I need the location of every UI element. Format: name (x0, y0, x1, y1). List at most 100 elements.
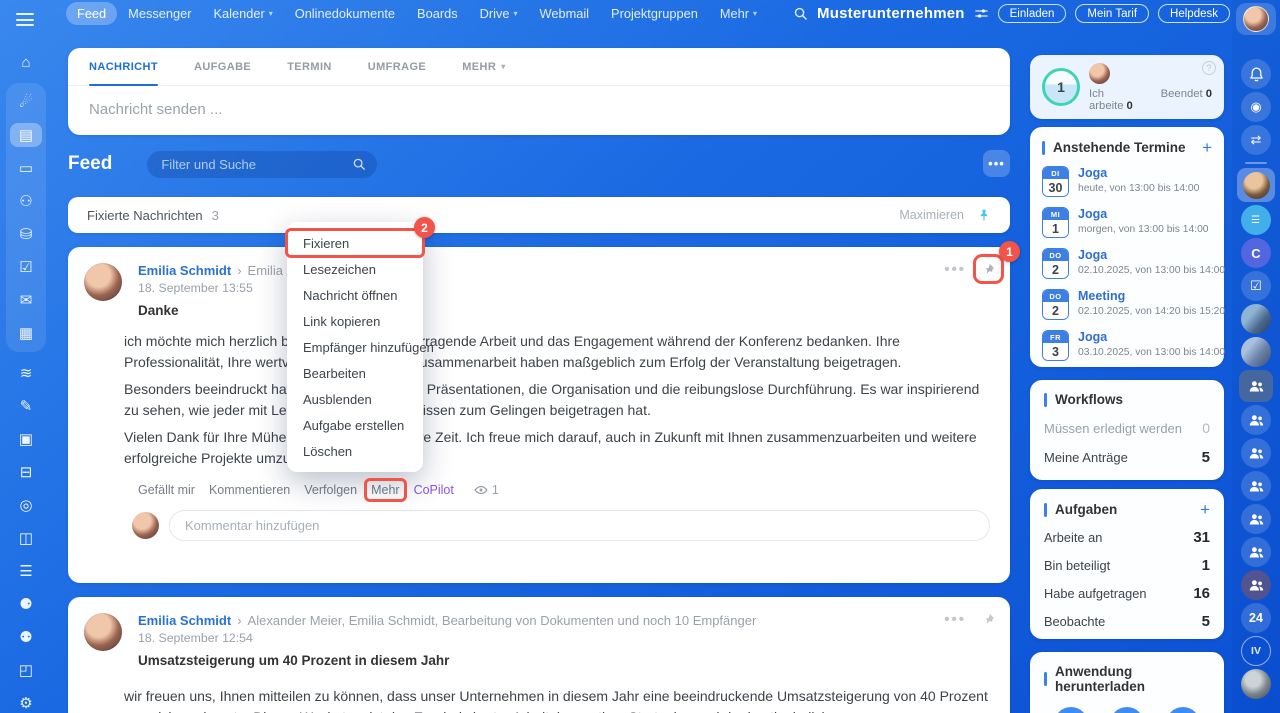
nav-mehr[interactable]: Mehr ▾ (709, 2, 768, 25)
vault-icon[interactable]: ◰ (12, 658, 40, 682)
group-people-icon[interactable] (1241, 471, 1271, 501)
macos-app-icon[interactable]: ⌘ (1054, 707, 1088, 713)
maximize-link[interactable]: Maximieren (899, 208, 964, 222)
cat-avatar[interactable] (1241, 669, 1271, 699)
author-name[interactable]: Emilia Schmidt (138, 613, 231, 628)
copilot-icon[interactable]: ◉ (1241, 92, 1271, 122)
sync-chat-icon[interactable]: ⇄ (1241, 125, 1271, 155)
post-more-options-icon[interactable]: ••• (944, 261, 966, 278)
invite-button[interactable]: Einladen (997, 4, 1067, 23)
task-row[interactable]: Beobachte 5 (1044, 613, 1210, 630)
tab-umfrage[interactable]: UMFRAGE (368, 48, 426, 85)
pin-icon[interactable]: 1 (973, 241, 1020, 284)
like-link[interactable]: Gefällt mir (138, 483, 195, 497)
group-people-icon[interactable] (1241, 405, 1271, 435)
nav-projektgruppen[interactable]: Projektgruppen (600, 2, 709, 25)
menu-item-fixieren[interactable]: Fixieren 2 (285, 217, 435, 258)
drive-icon[interactable]: ⛁ (12, 222, 40, 246)
linux-app-icon[interactable]: ◭ (1166, 707, 1200, 713)
tab-mehr[interactable]: MEHR ▾ (462, 48, 505, 85)
market-icon[interactable]: ⊟ (12, 460, 40, 484)
message-input[interactable] (68, 86, 1010, 133)
active-chat-avatar[interactable] (1237, 168, 1275, 202)
chat-bubble-icon[interactable]: ☰ (1241, 205, 1271, 235)
nav-kalender[interactable]: Kalender ▾ (202, 2, 283, 25)
filter-search[interactable] (147, 150, 378, 178)
company-name[interactable]: Musterunternehmen (817, 5, 965, 22)
iv-badge[interactable]: IV (1241, 636, 1271, 666)
post-more-options-icon[interactable]: ••• (944, 611, 966, 628)
more-link[interactable]: Mehr (364, 478, 407, 502)
workflow-row[interactable]: Meine Anträge 5 (1044, 449, 1210, 466)
robot-icon[interactable]: ⚈ (12, 592, 40, 616)
home-icon[interactable]: ⌂ (12, 50, 40, 74)
author-avatar[interactable] (84, 613, 122, 651)
search-icon[interactable] (793, 6, 808, 21)
group-photo-avatar[interactable] (1241, 337, 1271, 367)
workflow-row[interactable]: Müssen erledigt werden 0 (1044, 420, 1210, 436)
author-name[interactable]: Emilia Schmidt (138, 263, 231, 278)
menu-item-nachricht-oeffnen[interactable]: Nachricht öffnen (287, 282, 423, 308)
hamburger-menu-icon[interactable] (16, 13, 34, 26)
menu-item-lesezeichen[interactable]: Lesezeichen (287, 256, 423, 282)
employees-icon[interactable]: ⚇ (12, 189, 40, 213)
nav-webmail[interactable]: Webmail (528, 2, 600, 25)
author-avatar[interactable] (84, 263, 122, 301)
sliders-icon[interactable] (974, 6, 989, 21)
add-task-button[interactable]: + (1200, 501, 1210, 518)
tab-aufgabe[interactable]: AUFGABE (194, 48, 251, 85)
analytics-icon[interactable]: ◫ (12, 526, 40, 550)
tasks-icon[interactable]: ☑ (12, 255, 40, 279)
pinned-messages-bar[interactable]: Fixierte Nachrichten 3 Maximieren (68, 197, 1010, 233)
task-row[interactable]: Habe aufgetragen 16 (1044, 585, 1210, 602)
tab-nachricht[interactable]: NACHRICHT (89, 48, 158, 86)
menu-item-loeschen[interactable]: Löschen (287, 438, 423, 464)
feed-options-button[interactable]: ••• (983, 150, 1010, 177)
post-title[interactable]: Danke (138, 303, 990, 318)
copilot-icon[interactable]: ☄ (12, 90, 40, 114)
pin-icon[interactable] (977, 208, 991, 222)
appointment-item[interactable]: DO 2 Joga 02.10.2025, von 13:00 bis 14:00 (1042, 248, 1225, 279)
work-status-widget[interactable]: 1 Ich arbeite 0 Beendet 0 ? (1030, 55, 1224, 119)
notifications-bell-icon[interactable] (1241, 59, 1271, 89)
comment-link[interactable]: Kommentieren (209, 483, 290, 497)
menu-item-link-kopieren[interactable]: Link kopieren (287, 308, 423, 334)
nav-feed[interactable]: Feed (66, 2, 118, 25)
comment-input[interactable] (169, 510, 990, 541)
post-title[interactable]: Umsatzsteigerung um 40 Prozent in diesem… (138, 653, 990, 668)
helpdesk-button[interactable]: Helpdesk (1158, 4, 1230, 23)
tasks-check-icon[interactable]: ☑ (1241, 271, 1271, 301)
esign-icon[interactable]: ✎ (12, 394, 40, 418)
windows-app-icon[interactable]: ⊞ (1110, 707, 1144, 713)
group-people-icon[interactable] (1241, 570, 1271, 600)
feed-icon[interactable]: ▤ (10, 123, 42, 147)
appointment-item[interactable]: MI 1 Joga morgen, von 13:00 bis 14:00 (1042, 207, 1212, 238)
pin-icon[interactable] (981, 612, 996, 627)
task-row[interactable]: Arbeite an 31 (1044, 529, 1210, 546)
mail-icon[interactable]: ✉ (12, 288, 40, 312)
automation-icon[interactable]: ☰ (12, 559, 40, 583)
appointment-item[interactable]: FR 3 Joga 03.10.2025, von 13:00 bis 14:00 (1042, 330, 1225, 361)
bitrix24-badge[interactable]: 24 (1241, 603, 1271, 633)
channel-c-icon[interactable]: C (1241, 238, 1271, 268)
crm-icon[interactable]: ▣ (12, 427, 40, 451)
tab-termin[interactable]: TERMIN (287, 48, 332, 85)
marketing-icon[interactable]: ◎ (12, 493, 40, 517)
group-people-icon[interactable] (1241, 504, 1271, 534)
task-row[interactable]: Bin beteiligt 1 (1044, 557, 1210, 574)
menu-item-ausblenden[interactable]: Ausblenden (287, 386, 423, 412)
group-people-icon[interactable] (1239, 370, 1273, 402)
menu-item-empfaenger-hinzufuegen[interactable]: Empfänger hinzufügen (287, 334, 434, 360)
menu-item-bearbeiten[interactable]: Bearbeiten (287, 360, 423, 386)
follow-link[interactable]: Verfolgen (304, 483, 357, 497)
appointment-item[interactable]: DO 2 Meeting 02.10.2025, von 14:20 bis 15:… (1042, 289, 1225, 320)
messenger-icon[interactable]: ▭ (12, 156, 40, 180)
sites-icon[interactable]: ≋ (12, 361, 40, 385)
settings-icon[interactable]: ⚙ (12, 691, 40, 713)
nav-drive[interactable]: Drive ▾ (469, 2, 529, 25)
group-photo-avatar[interactable] (1241, 304, 1271, 334)
help-icon[interactable]: ? (1202, 61, 1216, 75)
copilot-link[interactable]: CoPilot (414, 483, 454, 497)
menu-item-aufgabe-erstellen[interactable]: Aufgabe erstellen (287, 412, 423, 438)
ai-bot-icon[interactable]: ⚉ (12, 625, 40, 649)
